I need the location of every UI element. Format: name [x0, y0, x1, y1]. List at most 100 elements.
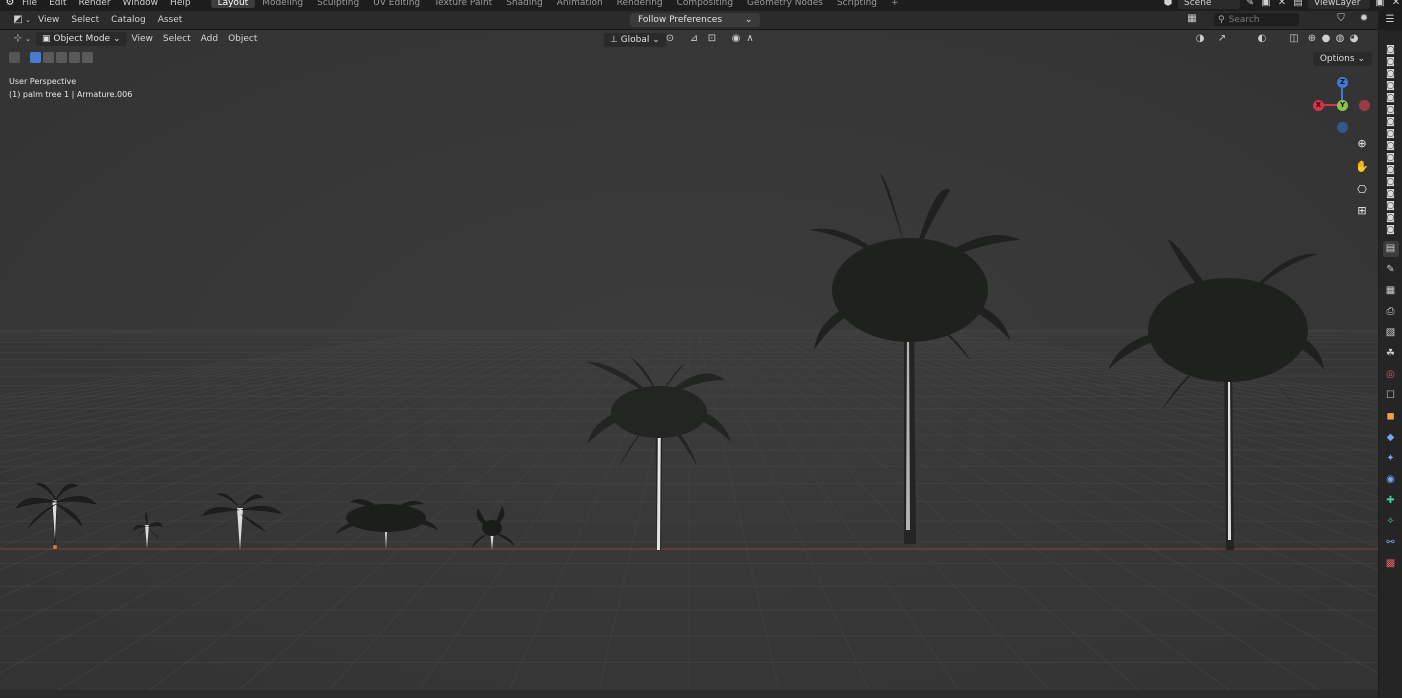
- tab-scripting[interactable]: Scripting: [830, 0, 884, 8]
- camera-icon[interactable]: ◙: [1384, 153, 1398, 164]
- camera-icon[interactable]: ◙: [1384, 165, 1398, 176]
- outliner-toggle-icon[interactable]: ☰: [1384, 14, 1396, 26]
- camera-icon[interactable]: ◙: [1384, 117, 1398, 128]
- camera-icon[interactable]: ◙: [1384, 201, 1398, 212]
- world-properties-icon[interactable]: ◎: [1383, 367, 1399, 383]
- asset-menu-asset[interactable]: Asset: [152, 15, 189, 25]
- output-properties-icon[interactable]: ⎙: [1383, 304, 1399, 320]
- search-input[interactable]: ⚲ Search: [1214, 13, 1299, 26]
- camera-icon[interactable]: ◙: [1384, 69, 1398, 80]
- select-intersect-icon[interactable]: [82, 52, 93, 63]
- xray-icon[interactable]: ◫: [1288, 33, 1300, 45]
- select-extend-icon[interactable]: [43, 52, 54, 63]
- gizmo-toggle-icon[interactable]: ↗: [1216, 33, 1228, 45]
- snap-target-icon[interactable]: ⊡: [706, 33, 718, 45]
- render-properties-icon[interactable]: ▦: [1383, 283, 1399, 299]
- menu-render[interactable]: Render: [73, 0, 117, 8]
- menu-help[interactable]: Help: [164, 0, 197, 8]
- shading-material-icon[interactable]: ◍: [1334, 33, 1346, 45]
- camera-icon[interactable]: ◙: [1384, 189, 1398, 200]
- viewport-menu-add[interactable]: Add: [196, 34, 223, 44]
- transform-orientation-dropdown[interactable]: ⊥ Global ⌄: [604, 33, 666, 47]
- options-dropdown[interactable]: Options ⌄: [1312, 52, 1372, 66]
- tab-uv-editing[interactable]: UV Editing: [366, 0, 427, 8]
- select-invert-icon[interactable]: [69, 52, 80, 63]
- chevron-down-icon[interactable]: ⌄: [24, 14, 32, 26]
- gear-icon[interactable]: ✹: [1358, 13, 1370, 25]
- close-layer-icon[interactable]: ✕: [1390, 0, 1402, 9]
- camera-icon[interactable]: ◙: [1384, 45, 1398, 56]
- tab-texture-paint[interactable]: Texture Paint: [427, 0, 499, 8]
- tab-rendering[interactable]: Rendering: [610, 0, 670, 8]
- close-scene-icon[interactable]: ✕: [1276, 0, 1288, 9]
- asset-menu-select[interactable]: Select: [65, 15, 105, 25]
- gizmo-y-axis[interactable]: Y: [1337, 100, 1348, 111]
- collection-properties-icon[interactable]: ☐: [1383, 388, 1399, 404]
- data-properties-icon[interactable]: ✧: [1383, 514, 1399, 530]
- camera-icon[interactable]: ◙: [1384, 141, 1398, 152]
- zoom-icon[interactable]: ⊕: [1352, 134, 1372, 154]
- blender-logo-icon[interactable]: ⚙: [4, 0, 16, 9]
- asset-menu-view[interactable]: View: [32, 15, 65, 25]
- pin-icon[interactable]: ✎: [1244, 0, 1256, 9]
- modifier-properties-icon[interactable]: ◆: [1383, 430, 1399, 446]
- 3d-viewport[interactable]: ⊹ ⌄ ▣ Object Mode ⌄ View Select Add Obje…: [0, 30, 1378, 690]
- shading-wireframe-icon[interactable]: ⊕: [1306, 33, 1318, 45]
- camera-icon[interactable]: ◙: [1384, 81, 1398, 92]
- editor-type-3d-icon[interactable]: ⊹: [12, 33, 24, 45]
- view-layer-selector[interactable]: ViewLayer: [1308, 0, 1370, 9]
- gizmo-x-axis[interactable]: X: [1313, 100, 1324, 111]
- shading-rendered-icon[interactable]: ◕: [1348, 33, 1360, 45]
- menu-edit[interactable]: Edit: [43, 0, 72, 8]
- viewport-menu-object[interactable]: Object: [223, 34, 262, 44]
- bone-properties-icon[interactable]: ⚯: [1383, 535, 1399, 551]
- viewport-menu-view[interactable]: View: [127, 34, 158, 44]
- object-properties-icon[interactable]: ◼: [1383, 409, 1399, 425]
- asset-menu-catalog[interactable]: Catalog: [105, 15, 152, 25]
- scene-selector[interactable]: Scene: [1178, 0, 1240, 9]
- copy-scene-icon[interactable]: ▣: [1260, 0, 1272, 9]
- filter-icon[interactable]: ⛉: [1335, 13, 1347, 25]
- add-workspace-button[interactable]: +: [884, 0, 906, 8]
- gizmo-z-axis[interactable]: Z: [1337, 77, 1348, 88]
- viewport-menu-select[interactable]: Select: [158, 34, 196, 44]
- tool-properties-icon[interactable]: ✎: [1383, 262, 1399, 278]
- view-layer-properties-icon[interactable]: ▧: [1383, 325, 1399, 341]
- navigation-gizmo[interactable]: Z X Y: [1310, 72, 1370, 133]
- follow-preferences-dropdown[interactable]: Follow Preferences ⌄: [630, 13, 761, 27]
- physics-properties-icon[interactable]: ◉: [1383, 472, 1399, 488]
- camera-icon[interactable]: ◙: [1384, 225, 1398, 236]
- camera-icon[interactable]: ◙: [1384, 129, 1398, 140]
- camera-icon[interactable]: ◙: [1384, 57, 1398, 68]
- constraint-properties-icon[interactable]: ✚: [1383, 493, 1399, 509]
- menu-file[interactable]: File: [16, 0, 43, 8]
- pivot-point-icon[interactable]: ⊙: [664, 33, 676, 45]
- camera-icon[interactable]: ◙: [1384, 93, 1398, 104]
- gizmo-neg-x-axis[interactable]: [1359, 100, 1370, 111]
- camera-icon[interactable]: ◙: [1384, 213, 1398, 224]
- tab-shading[interactable]: Shading: [499, 0, 550, 8]
- editor-type-icon[interactable]: ◩: [12, 14, 24, 26]
- select-box-icon[interactable]: [30, 52, 41, 63]
- gizmo-neg-z-axis[interactable]: [1337, 122, 1348, 133]
- perspective-toggle-icon[interactable]: ⊞: [1352, 201, 1372, 221]
- pan-hand-icon[interactable]: ✋: [1352, 157, 1372, 177]
- tab-sculpting[interactable]: Sculpting: [310, 0, 366, 8]
- chevron-down-icon[interactable]: ⌄: [24, 33, 32, 45]
- select-subtract-icon[interactable]: [56, 52, 67, 63]
- snap-icon[interactable]: ⊿: [688, 33, 700, 45]
- view-layer-icon[interactable]: ▤: [1292, 0, 1304, 9]
- display-mode-icon[interactable]: ▦: [1186, 13, 1198, 25]
- scene-icon[interactable]: ⬢: [1162, 0, 1174, 9]
- scene-properties-icon[interactable]: ☘: [1383, 346, 1399, 362]
- falloff-icon[interactable]: ∧: [744, 33, 756, 45]
- timeline-strip[interactable]: [0, 690, 1378, 698]
- tab-modeling[interactable]: Modeling: [255, 0, 310, 8]
- properties-toggle-icon[interactable]: ▤: [1382, 241, 1399, 257]
- camera-icon[interactable]: ◙: [1384, 105, 1398, 116]
- tool-toggle-icon[interactable]: [9, 52, 20, 63]
- camera-icon[interactable]: ◙: [1384, 177, 1398, 188]
- menu-window[interactable]: Window: [117, 0, 165, 8]
- overlay-toggle-icon[interactable]: ◐: [1256, 33, 1268, 45]
- visibility-icon[interactable]: ◑: [1194, 33, 1206, 45]
